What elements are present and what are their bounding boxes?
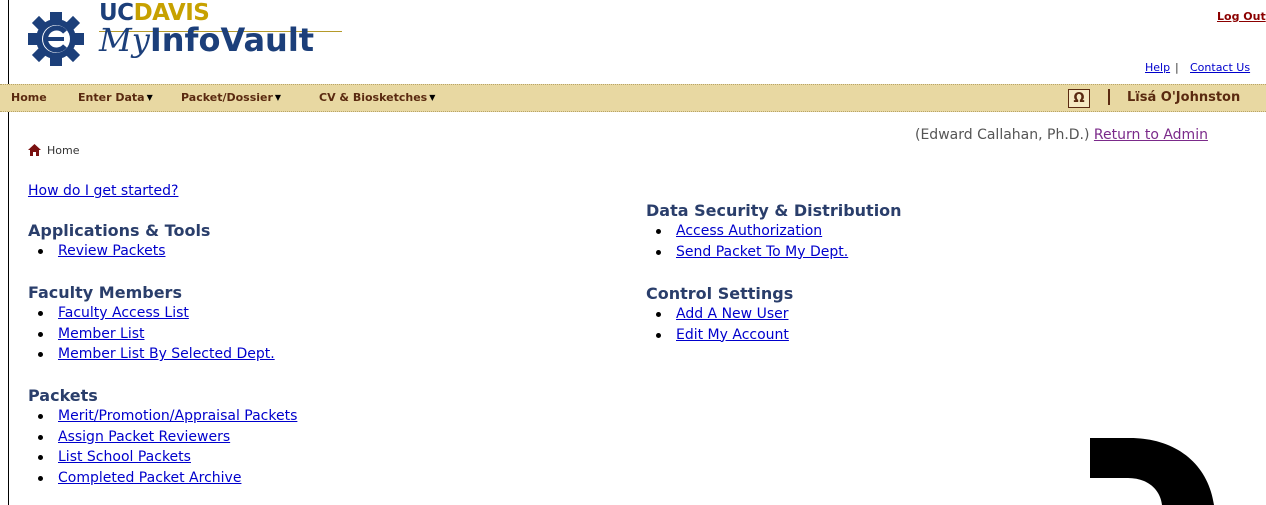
nav-home[interactable]: Home <box>11 91 47 104</box>
section-heading: Control Settings <box>646 284 794 303</box>
dropdown-caret-icon: ▼ <box>429 93 436 102</box>
myinfovault-gear-logo-icon[interactable] <box>26 10 86 68</box>
data-security-section: Data Security & Distribution Access Auth… <box>646 201 902 262</box>
list-item: Send Packet To My Dept. <box>646 242 902 263</box>
completed-packet-archive-link[interactable]: Completed Packet Archive <box>58 470 241 486</box>
applications-tools-section: Applications & Tools Review Packets <box>28 221 210 262</box>
applications-list: Review Packets <box>28 241 210 262</box>
nav-packet-dossier-menu[interactable]: Packet/Dossier ▼ <box>181 91 281 104</box>
control-settings-list: Add A New User Edit My Account <box>646 304 793 345</box>
access-authorization-link[interactable]: Access Authorization <box>676 223 822 239</box>
list-school-packets-link[interactable]: List School Packets <box>58 449 191 465</box>
nav-enter-data-label: Enter Data <box>78 91 145 104</box>
home-icon <box>28 144 41 156</box>
nav-cv-biosketches-label: CV & Biosketches <box>319 91 428 104</box>
return-to-admin-link[interactable]: Return to Admin <box>1094 127 1208 143</box>
section-heading: Packets <box>28 386 98 405</box>
getting-started-link[interactable]: How do I get started? <box>28 183 178 199</box>
myinfovault-wordmark: MyInfoVault <box>99 22 314 58</box>
packets-section: Packets Merit/Promotion/Appraisal Packet… <box>28 386 297 488</box>
breadcrumb: Home <box>28 144 79 157</box>
nav-divider <box>1108 89 1110 105</box>
list-item: Merit/Promotion/Appraisal Packets <box>28 406 297 427</box>
control-settings-section: Control Settings Add A New User Edit My … <box>646 284 793 345</box>
brand-logo[interactable]: UCDAVIS MyInfoVault <box>99 2 342 58</box>
faculty-access-list-link[interactable]: Faculty Access List <box>58 305 189 321</box>
breadcrumb-home: Home <box>47 144 80 157</box>
dropdown-caret-icon: ▼ <box>274 93 282 102</box>
list-item: Assign Packet Reviewers <box>28 427 297 448</box>
list-item: Edit My Account <box>646 325 793 346</box>
section-heading: Faculty Members <box>28 283 182 302</box>
dropdown-caret-icon: ▼ <box>146 93 153 102</box>
list-item: Access Authorization <box>646 221 902 242</box>
faculty-list: Faculty Access List Member List Member L… <box>28 303 275 365</box>
list-item: Add A New User <box>646 304 793 325</box>
list-item: Member List <box>28 324 275 345</box>
list-item: Faculty Access List <box>28 303 275 324</box>
decorative-black-shape <box>1090 438 1214 505</box>
logout-link[interactable]: Log Out <box>1217 10 1266 23</box>
site-header: UCDAVIS MyInfoVault Log Out Help | Conta… <box>0 0 1266 84</box>
send-packet-to-dept-link[interactable]: Send Packet To My Dept. <box>676 244 848 260</box>
review-packets-link[interactable]: Review Packets <box>58 243 166 259</box>
brand-my: My <box>99 21 150 59</box>
proxy-user-name: (Edward Callahan, Ph.D.) <box>915 127 1090 143</box>
edit-my-account-link[interactable]: Edit My Account <box>676 327 789 343</box>
nav-cv-biosketches-menu[interactable]: CV & Biosketches ▼ <box>319 91 435 104</box>
member-list-link[interactable]: Member List <box>58 326 145 342</box>
add-new-user-link[interactable]: Add A New User <box>676 306 788 322</box>
current-user-name: Lïsá O'Johnston <box>1127 90 1241 105</box>
assign-packet-reviewers-link[interactable]: Assign Packet Reviewers <box>58 429 230 445</box>
contact-us-link[interactable]: Contact Us <box>1190 61 1250 74</box>
member-list-by-dept-link[interactable]: Member List By Selected Dept. <box>58 346 275 362</box>
header-link-separator: | <box>1175 61 1179 74</box>
list-item: Member List By Selected Dept. <box>28 344 275 365</box>
nav-packet-dossier-label: Packet/Dossier <box>181 91 273 104</box>
section-heading: Applications & Tools <box>28 221 211 240</box>
data-security-list: Access Authorization Send Packet To My D… <box>646 221 902 262</box>
list-item: List School Packets <box>28 447 297 468</box>
list-item: Review Packets <box>28 241 210 262</box>
proxy-user-line: (Edward Callahan, Ph.D.) Return to Admin <box>915 127 1208 143</box>
nav-enter-data-menu[interactable]: Enter Data ▼ <box>78 91 153 104</box>
help-link[interactable]: Help <box>1145 61 1170 74</box>
list-item: Completed Packet Archive <box>28 468 297 489</box>
brand-infovault: InfoVault <box>149 21 315 59</box>
faculty-members-section: Faculty Members Faculty Access List Memb… <box>28 283 275 365</box>
main-navigation-bar: Home Enter Data ▼ Packet/Dossier ▼ CV & Bi… <box>0 84 1266 112</box>
special-characters-button[interactable]: Ω <box>1068 89 1090 108</box>
packets-list: Merit/Promotion/Appraisal Packets Assign… <box>28 406 297 488</box>
merit-promotion-packets-link[interactable]: Merit/Promotion/Appraisal Packets <box>58 408 297 424</box>
section-heading: Data Security & Distribution <box>646 201 902 220</box>
